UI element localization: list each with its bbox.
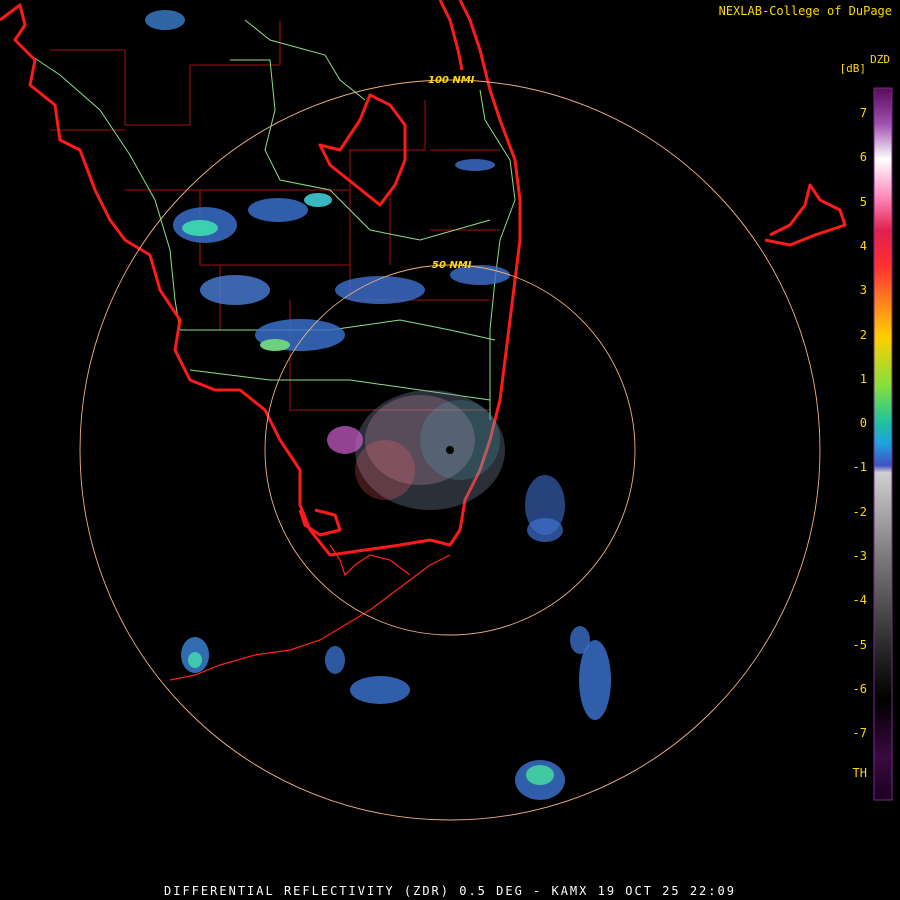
scale-units: [dB]: [839, 62, 867, 75]
scale-label: -6: [852, 681, 867, 696]
scale-product: DZD: [870, 53, 890, 66]
scale-label: 0: [859, 416, 867, 431]
ring-label-50: 50 NMI: [432, 260, 472, 271]
scale-label: -3: [852, 549, 867, 563]
scale-label: 7: [859, 106, 867, 120]
scale-label: -4: [852, 593, 867, 608]
scale-label: -5: [852, 637, 867, 652]
radar-map: 50 NMI 100 NMI: [0, 0, 900, 900]
scale-label: -7: [852, 726, 867, 741]
scale-label: 1: [859, 371, 867, 386]
scale-label: 6: [859, 150, 867, 165]
radar-site: [446, 446, 454, 454]
scale-label: 4: [859, 238, 867, 253]
credit-label: NEXLAB-College of DuPage: [718, 4, 892, 18]
scale-label: -1: [852, 460, 867, 475]
color-bar: [873, 87, 893, 801]
scale-label: 2: [859, 327, 867, 342]
ring-label-100: 100 NMI: [428, 75, 475, 86]
scale-label: 3: [859, 283, 867, 298]
scale-label: -2: [852, 504, 867, 519]
scale-label: TH: [852, 765, 867, 780]
scale-label: 5: [859, 194, 867, 209]
product-line: DIFFERENTIAL REFLECTIVITY (ZDR) 0.5 DEG …: [164, 884, 736, 898]
